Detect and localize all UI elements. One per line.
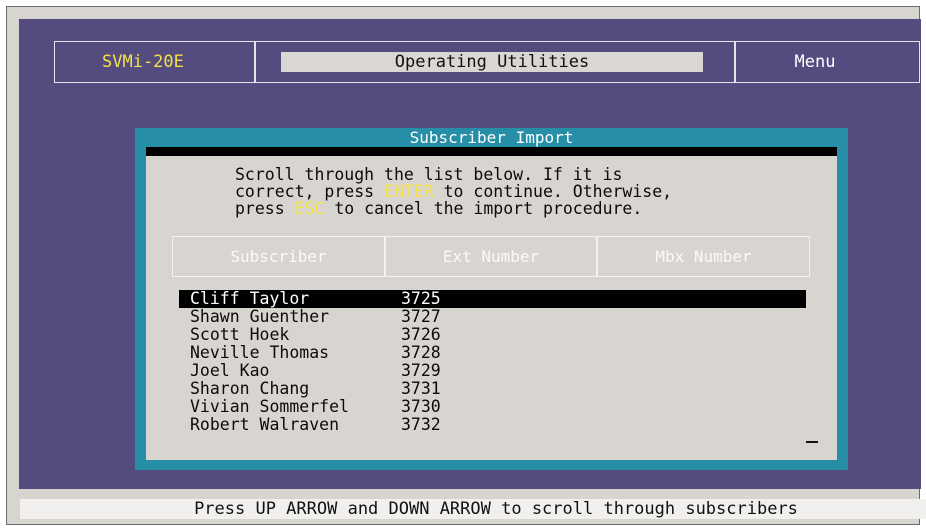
- page-title: Operating Utilities: [281, 52, 703, 72]
- subscriber-ext: 3731: [401, 379, 441, 398]
- subscriber-row[interactable]: Vivian Sommerfel 3730: [179, 398, 806, 416]
- instruction-line-3: press ESC to cancel the import procedure…: [235, 200, 795, 217]
- column-header-subscriber: Subscriber: [172, 236, 385, 277]
- text-cursor: [806, 441, 818, 443]
- subscriber-ext: 3726: [401, 325, 441, 344]
- instruction-text: to cancel the import procedure.: [324, 199, 643, 218]
- instructions: Scroll through the list below. If it is …: [235, 166, 795, 217]
- subscriber-name: Joel Kao: [190, 361, 270, 380]
- subscriber-name: Vivian Sommerfel: [190, 397, 349, 416]
- subscriber-name: Cliff Taylor: [190, 289, 310, 308]
- subscriber-ext: 3730: [401, 397, 441, 416]
- subscriber-name: Robert Walraven: [190, 415, 340, 434]
- esc-key-label: ESC: [294, 199, 325, 218]
- subscriber-name: Sharon Chang: [190, 379, 310, 398]
- column-header-mbx-number: Mbx Number: [597, 236, 810, 277]
- terminal-window: SVMi-20E Operating Utilities Menu Subscr…: [6, 6, 926, 525]
- dialog-body: Scroll through the list below. If it is …: [146, 156, 837, 460]
- model-label: SVMi-20E: [54, 41, 255, 83]
- subscriber-ext: 3728: [401, 343, 441, 362]
- subscriber-row[interactable]: Sharon Chang 3731: [179, 380, 806, 398]
- header-title-box: Operating Utilities: [255, 41, 735, 83]
- subscriber-row[interactable]: Shawn Guenther 3727: [179, 308, 806, 326]
- instruction-text: press: [235, 199, 295, 218]
- subscriber-ext: 3727: [401, 307, 441, 326]
- subscriber-row[interactable]: Joel Kao 3729: [179, 362, 806, 380]
- subscriber-ext: 3725: [401, 289, 441, 308]
- column-header-ext-number: Ext Number: [385, 236, 597, 277]
- subscriber-row-selected[interactable]: Cliff Taylor 3725: [179, 290, 806, 308]
- status-bar: Press UP ARROW and DOWN ARROW to scroll …: [20, 499, 926, 519]
- subscriber-ext: 3732: [401, 415, 441, 434]
- terminal-screen: SVMi-20E Operating Utilities Menu Subscr…: [19, 19, 921, 489]
- subscriber-name: Neville Thomas: [190, 343, 330, 362]
- subscriber-name: Shawn Guenther: [190, 307, 330, 326]
- instruction-line-1: Scroll through the list below. If it is: [235, 165, 623, 184]
- subscriber-row[interactable]: Scott Hoek 3726: [179, 326, 806, 344]
- dialog-title: Subscriber Import: [409, 128, 574, 147]
- subscriber-row[interactable]: Neville Thomas 3728: [179, 344, 806, 362]
- instruction-line-2: correct, press ENTER to continue. Otherw…: [235, 183, 795, 200]
- dialog-divider: [146, 147, 837, 156]
- subscriber-ext: 3729: [401, 361, 441, 380]
- subscriber-import-dialog: Subscriber Import Scroll through the lis…: [135, 128, 848, 470]
- subscriber-row[interactable]: Robert Walraven 3732: [179, 416, 806, 434]
- menu-button[interactable]: Menu: [735, 41, 920, 83]
- subscriber-name: Scott Hoek: [190, 325, 290, 344]
